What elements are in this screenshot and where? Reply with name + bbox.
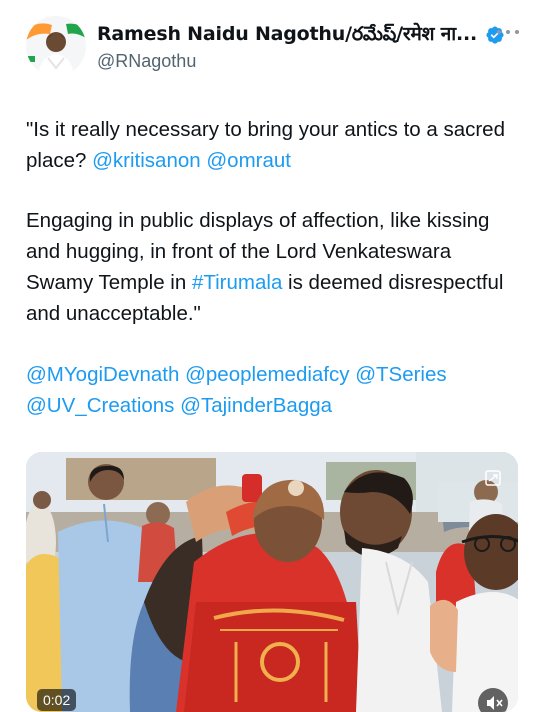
author-display-name[interactable]: Ramesh Naidu Nagothu/రమేష్/रमेश ना... [97, 20, 477, 50]
mention-link[interactable]: @omraut [206, 149, 291, 172]
mention-link[interactable]: @TajinderBagga [180, 394, 332, 417]
mention-link[interactable]: @MYogiDevnath [26, 363, 179, 386]
video-duration: 0:02 [37, 689, 77, 711]
fullscreen-icon[interactable] [485, 470, 501, 486]
tweet-paragraph-2: Engaging in public displays of affection… [26, 205, 521, 329]
author-row: Ramesh Naidu Nagothu/రమేష్/रमेश ना... [97, 22, 517, 48]
more-options-button[interactable] [497, 24, 519, 40]
video-player[interactable]: 0:02 [26, 452, 518, 712]
author-handle[interactable]: @RNagothu [97, 51, 196, 72]
speaker-muted-icon [487, 696, 503, 710]
mention-link[interactable]: @kritisanon [92, 149, 201, 172]
mention-link[interactable]: @TSeries [355, 363, 446, 386]
mention-link[interactable]: @UV_Creations [26, 394, 174, 417]
tweet-paragraph-3: @MYogiDevnath @peoplemediafcy @TSeries @U… [26, 359, 521, 421]
tweet-card: Ramesh Naidu Nagothu/రమేష్/रमेश ना... @R… [0, 0, 543, 712]
avatar[interactable] [26, 16, 86, 76]
hashtag-link[interactable]: #Tirumala [192, 271, 282, 294]
dot-icon [515, 30, 519, 34]
mute-button[interactable] [478, 688, 508, 712]
dot-icon [506, 30, 510, 34]
video-frame [26, 452, 518, 712]
dot-icon [497, 30, 501, 34]
tweet-paragraph-1: "Is it really necessary to bring your an… [26, 114, 521, 176]
profile-photo-icon [26, 16, 86, 76]
mention-link[interactable]: @peoplemediafcy [185, 363, 349, 386]
